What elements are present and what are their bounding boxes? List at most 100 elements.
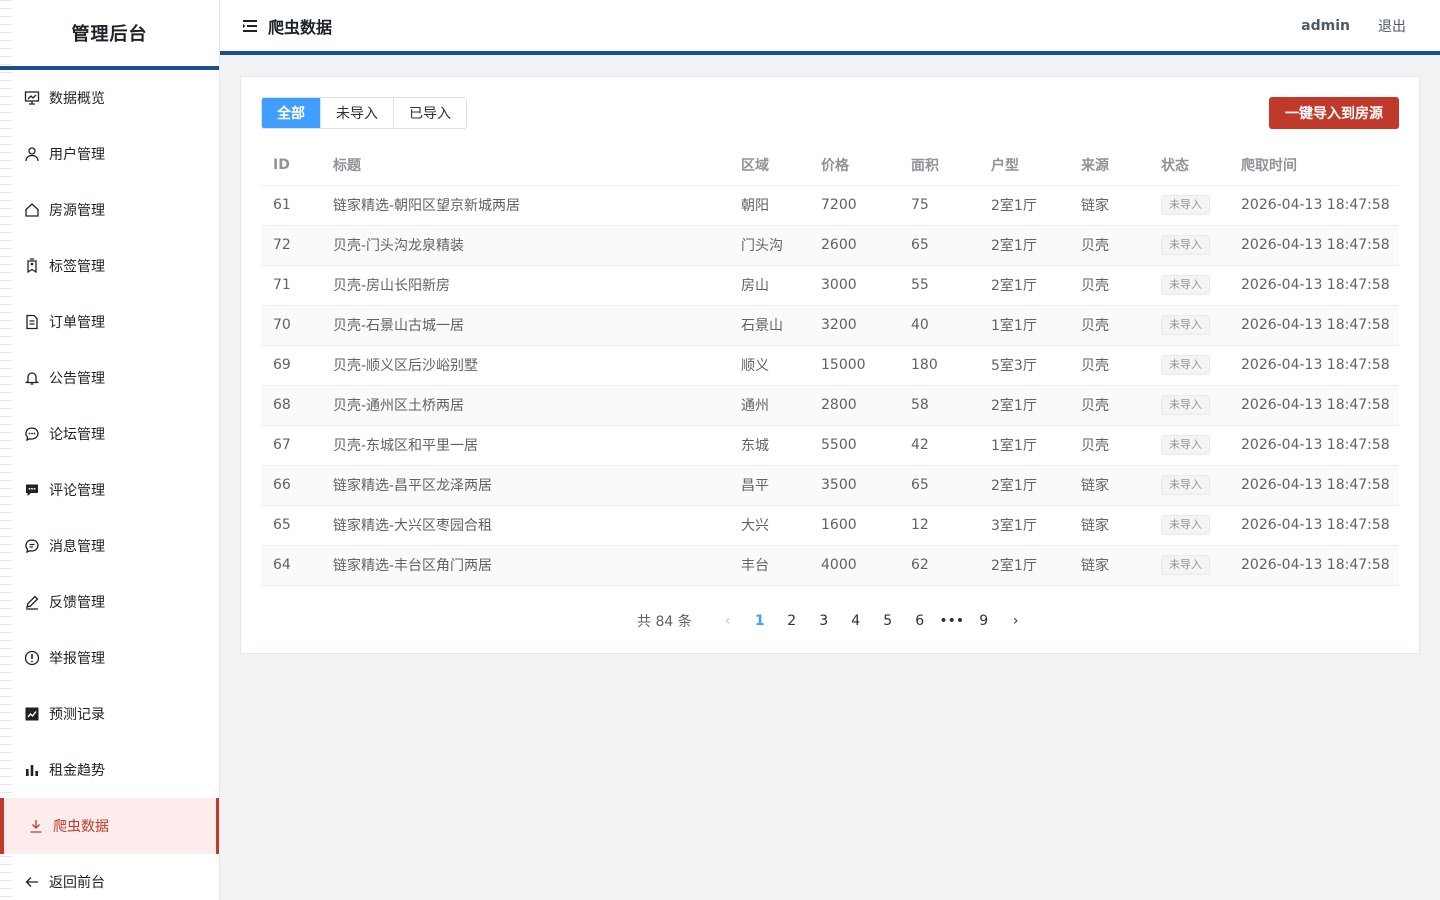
table-cell: 未导入 xyxy=(1149,505,1229,546)
table-cell: 链家 xyxy=(1069,505,1149,546)
table-cell: 丰台 xyxy=(729,545,809,586)
column-header: 状态 xyxy=(1149,145,1229,186)
sidebar-item-label: 预测记录 xyxy=(49,707,105,723)
table-cell: 大兴 xyxy=(729,505,809,546)
table-cell: 71 xyxy=(261,265,321,306)
sidebar-item-label: 标签管理 xyxy=(49,259,105,275)
sidebar-item-11[interactable]: 预测记录 xyxy=(0,686,219,742)
import-all-button[interactable]: 一键导入到房源 xyxy=(1269,97,1399,129)
sidebar-item-label: 反馈管理 xyxy=(49,595,105,611)
table-cell: 1600 xyxy=(809,505,899,546)
table-cell: 房山 xyxy=(729,265,809,306)
table-cell: 55 xyxy=(899,265,979,306)
page-3-button[interactable]: 3 xyxy=(808,607,840,635)
table-cell: 180 xyxy=(899,345,979,386)
table-row[interactable]: 65 链家精选-大兴区枣园合租 大兴 1600 12 3室1厅 链家 未导入 2026-04-1… xyxy=(261,505,1399,546)
logout-link[interactable]: 退出 xyxy=(1378,16,1406,36)
table-cell: 2026-04-13 18:47:58 xyxy=(1229,305,1399,346)
table-cell: 2026-04-13 18:47:58 xyxy=(1229,505,1399,546)
sidebar-item-0[interactable]: 数据概览 xyxy=(0,70,219,126)
table-row[interactable]: 70 贝壳-石景山古城一居 石景山 3200 40 1室1厅 贝壳 未导入 2026-04-13… xyxy=(261,305,1399,346)
sidebar-item-9[interactable]: 反馈管理 xyxy=(0,574,219,630)
sidebar-item-14[interactable]: 返回前台 xyxy=(0,854,219,900)
table-cell: 12 xyxy=(899,505,979,546)
table-row[interactable]: 72 贝壳-门头沟龙泉精装 门头沟 2600 65 2室1厅 贝壳 未导入 2026-04-13… xyxy=(261,225,1399,266)
page-4-button[interactable]: 4 xyxy=(840,607,872,635)
warning-icon xyxy=(24,650,40,666)
table-cell: 贝壳 xyxy=(1069,425,1149,466)
filter-not-imported-button[interactable]: 未导入 xyxy=(320,98,393,128)
page-9-button[interactable]: 9 xyxy=(968,607,1000,635)
table-cell: 3000 xyxy=(809,265,899,306)
table-row[interactable]: 66 链家精选-昌平区龙泽两居 昌平 3500 65 2室1厅 链家 未导入 2026-04-1… xyxy=(261,465,1399,506)
table-cell: 2室1厅 xyxy=(979,185,1069,226)
table-cell: 4000 xyxy=(809,545,899,586)
status-badge: 未导入 xyxy=(1161,315,1210,335)
column-header: 爬取时间 xyxy=(1229,145,1399,186)
page-2-button[interactable]: 2 xyxy=(776,607,808,635)
sidebar-item-5[interactable]: 公告管理 xyxy=(0,350,219,406)
table-cell: 链家 xyxy=(1069,185,1149,226)
table-cell: 链家 xyxy=(1069,545,1149,586)
sidebar-item-label: 返回前台 xyxy=(49,875,105,891)
table-row[interactable]: 68 贝壳-通州区土桥两居 通州 2800 58 2室1厅 贝壳 未导入 2026-04-13 … xyxy=(261,385,1399,426)
table-cell: 62 xyxy=(899,545,979,586)
sidebar-item-10[interactable]: 举报管理 xyxy=(0,630,219,686)
filter-imported-button[interactable]: 已导入 xyxy=(393,98,466,128)
table-cell: 贝壳-门头沟龙泉精装 xyxy=(321,225,729,266)
status-badge: 未导入 xyxy=(1161,555,1210,575)
status-badge: 未导入 xyxy=(1161,355,1210,375)
table-cell: 链家精选-朝阳区望京新城两居 xyxy=(321,185,729,226)
filter-all-button[interactable]: 全部 xyxy=(262,98,320,128)
prev-page-button[interactable]: ‹ xyxy=(712,607,744,635)
sidebar-item-1[interactable]: 用户管理 xyxy=(0,126,219,182)
table-cell: 顺义 xyxy=(729,345,809,386)
sidebar-item-13[interactable]: 爬虫数据 xyxy=(0,798,219,854)
sidebar-item-4[interactable]: 订单管理 xyxy=(0,294,219,350)
status-badge: 未导入 xyxy=(1161,195,1210,215)
sidebar-item-7[interactable]: 评论管理 xyxy=(0,462,219,518)
column-header: 来源 xyxy=(1069,145,1149,186)
table-cell: 65 xyxy=(899,465,979,506)
page-5-button[interactable]: 5 xyxy=(872,607,904,635)
table-row[interactable]: 67 贝壳-东城区和平里一居 东城 5500 42 1室1厅 贝壳 未导入 2026-04-13… xyxy=(261,425,1399,466)
status-badge: 未导入 xyxy=(1161,395,1210,415)
table-cell: 65 xyxy=(899,225,979,266)
table-cell: 2026-04-13 18:47:58 xyxy=(1229,465,1399,506)
table-row[interactable]: 71 贝壳-房山长阳新房 房山 3000 55 2室1厅 贝壳 未导入 2026-04-13 1… xyxy=(261,265,1399,306)
table-cell: 2600 xyxy=(809,225,899,266)
table-cell: 2800 xyxy=(809,385,899,426)
page-1-button[interactable]: 1 xyxy=(744,607,776,635)
table-cell: 未导入 xyxy=(1149,185,1229,226)
trend-chart-icon xyxy=(24,706,40,722)
sidebar-item-8[interactable]: 消息管理 xyxy=(0,518,219,574)
table-cell: 3200 xyxy=(809,305,899,346)
sidebar-item-2[interactable]: 房源管理 xyxy=(0,182,219,238)
status-badge: 未导入 xyxy=(1161,275,1210,295)
more-pages-button[interactable]: ••• xyxy=(936,607,968,635)
sidebar-item-12[interactable]: 租金趋势 xyxy=(0,742,219,798)
table-cell: 链家精选-丰台区角门两居 xyxy=(321,545,729,586)
page-6-button[interactable]: 6 xyxy=(904,607,936,635)
sidebar-item-label: 公告管理 xyxy=(49,371,105,387)
table-cell: 门头沟 xyxy=(729,225,809,266)
arrow-left-icon xyxy=(24,874,40,890)
sidebar-item-3[interactable]: 标签管理 xyxy=(0,238,219,294)
table-cell: 65 xyxy=(261,505,321,546)
table-cell: 贝壳-顺义区后沙峪别墅 xyxy=(321,345,729,386)
table-cell: 42 xyxy=(899,425,979,466)
sidebar-item-6[interactable]: 论坛管理 xyxy=(0,406,219,462)
house-icon xyxy=(24,202,40,218)
table-row[interactable]: 61 链家精选-朝阳区望京新城两居 朝阳 7200 75 2室1厅 链家 未导入 2026-04… xyxy=(261,185,1399,226)
dashboard-icon xyxy=(24,90,40,106)
table-cell: 1室1厅 xyxy=(979,305,1069,346)
menu-toggle-icon[interactable] xyxy=(242,19,258,33)
table-cell: 未导入 xyxy=(1149,305,1229,346)
table-row[interactable]: 64 链家精选-丰台区角门两居 丰台 4000 62 2室1厅 链家 未导入 2026-04-1… xyxy=(261,545,1399,586)
table-cell: 未导入 xyxy=(1149,425,1229,466)
table-cell: 3500 xyxy=(809,465,899,506)
next-page-button[interactable]: › xyxy=(1000,607,1032,635)
table-cell: 贝壳-通州区土桥两居 xyxy=(321,385,729,426)
chat-dots-icon xyxy=(24,426,40,442)
table-row[interactable]: 69 贝壳-顺义区后沙峪别墅 顺义 15000 180 5室3厅 贝壳 未导入 2026-04-… xyxy=(261,345,1399,386)
